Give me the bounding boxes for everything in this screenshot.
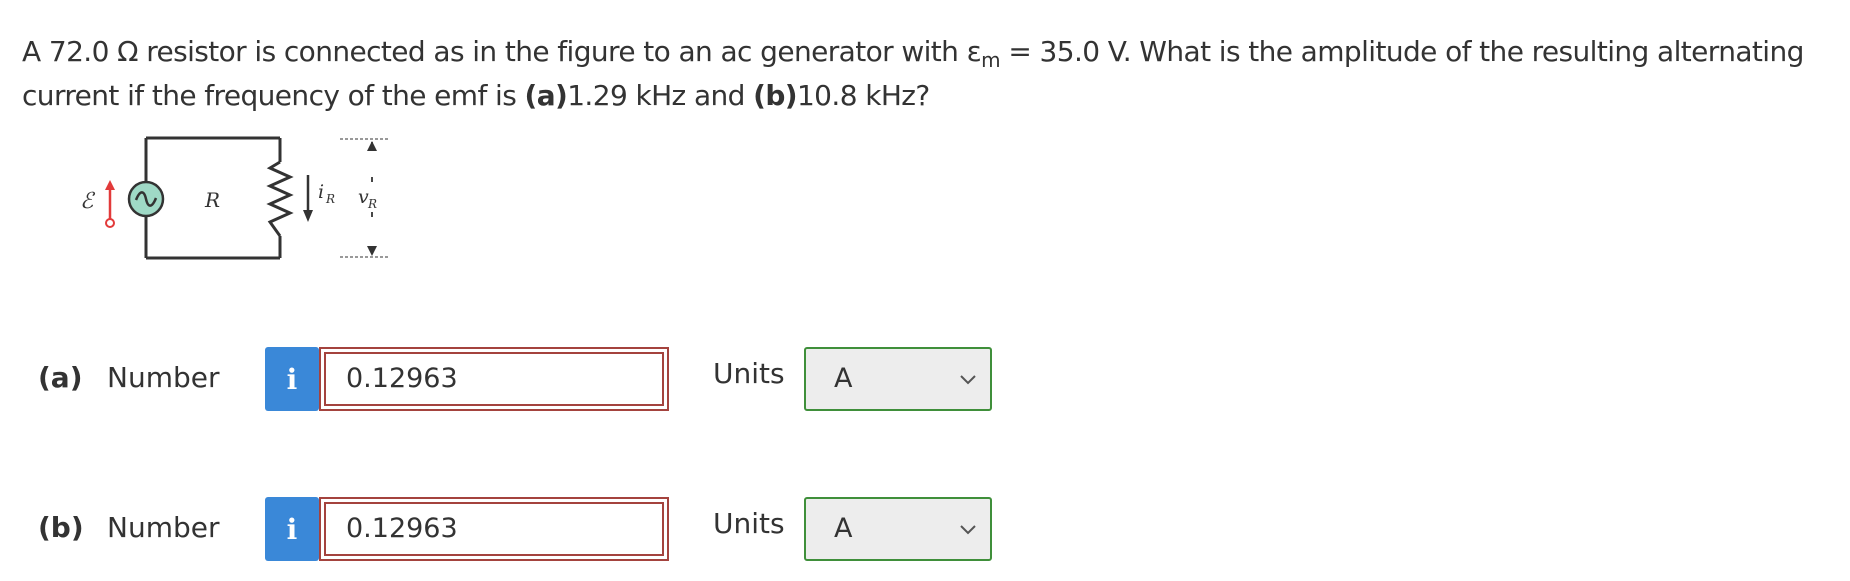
- resistor-zigzag: [266, 160, 294, 237]
- part-label-a: (a): [38, 361, 83, 394]
- voltage-arrow-down-icon: [367, 246, 377, 256]
- question-and: and: [685, 79, 754, 112]
- chevron-down-icon: [960, 375, 976, 385]
- circuit-figure: ℰ R i R v R: [70, 130, 400, 270]
- answer-input-a[interactable]: 0.12963: [319, 347, 669, 411]
- part-b-frequency: 10.8 kHz?: [796, 79, 930, 112]
- answer-row-b: (b) Number i 0.12963 Units A: [0, 495, 1100, 565]
- circuit-diagram: ℰ R i R v R: [80, 136, 390, 260]
- emf-arrow-head-icon: [105, 180, 115, 190]
- voltage-arrow-up-icon: [367, 141, 377, 151]
- info-button-a[interactable]: i: [265, 347, 319, 411]
- current-subscript: R: [325, 192, 335, 206]
- question-part1: A 72.0 Ω resistor is connected as in the…: [22, 35, 982, 68]
- question-text: A 72.0 Ω resistor is connected as in the…: [22, 30, 1832, 118]
- emf-arrow-tail-icon: [105, 218, 115, 228]
- chevron-down-icon: [960, 525, 976, 535]
- emf-subscript: m: [981, 48, 1001, 72]
- units-label-b: Units: [713, 507, 785, 540]
- info-icon: i: [286, 512, 298, 546]
- info-button-b[interactable]: i: [265, 497, 319, 561]
- emf-symbol: ℰ: [80, 189, 96, 214]
- units-value-a: A: [834, 363, 853, 394]
- part-b-ref: (b): [753, 79, 797, 112]
- answer-value-a[interactable]: 0.12963: [324, 352, 664, 406]
- current-label: i: [318, 181, 324, 203]
- number-label-b: Number: [107, 511, 220, 544]
- units-label-a: Units: [713, 357, 785, 390]
- current-arrow-icon: [303, 210, 313, 222]
- answer-input-b[interactable]: 0.12963: [319, 497, 669, 561]
- part-label-b: (b): [38, 511, 84, 544]
- part-a-frequency: 1.29 kHz: [567, 79, 686, 112]
- number-label-a: Number: [107, 361, 220, 394]
- resistor-label: R: [204, 188, 220, 212]
- answer-value-b[interactable]: 0.12963: [324, 502, 664, 556]
- units-select-b[interactable]: A: [804, 497, 992, 561]
- voltage-subscript: R: [367, 197, 377, 211]
- units-select-a[interactable]: A: [804, 347, 992, 411]
- units-value-b: A: [834, 513, 853, 544]
- info-icon: i: [286, 362, 298, 396]
- part-a-ref: (a): [524, 79, 568, 112]
- answer-row-a: (a) Number i 0.12963 Units A: [0, 345, 1100, 415]
